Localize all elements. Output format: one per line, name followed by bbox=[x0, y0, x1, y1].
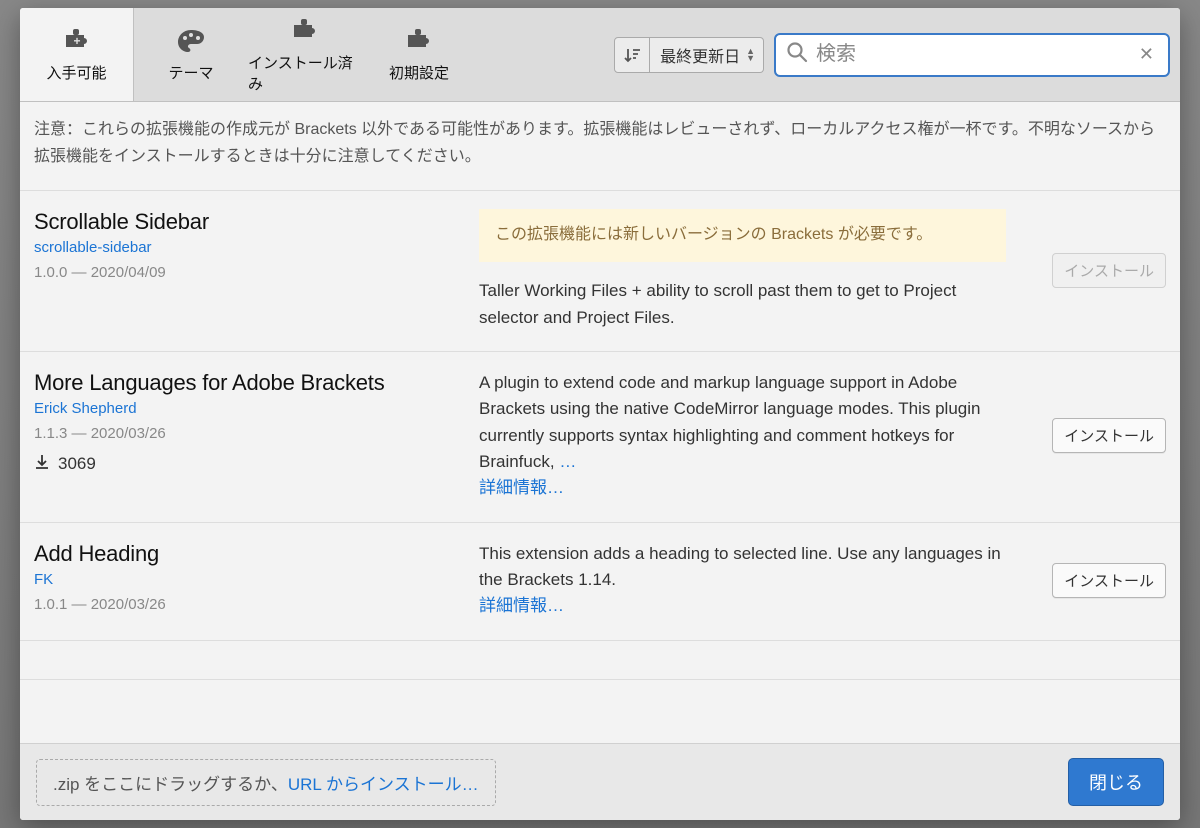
description-ellipsis[interactable]: … bbox=[559, 452, 576, 471]
puzzle-dark-icon bbox=[403, 26, 435, 56]
topbar: + 入手可能 テーマ インストール済み 初期設定 bbox=[20, 8, 1180, 102]
install-button[interactable]: インストール bbox=[1052, 418, 1166, 453]
tab-themes[interactable]: テーマ bbox=[134, 8, 248, 101]
search-input[interactable] bbox=[816, 43, 1127, 66]
tabs: + 入手可能 テーマ インストール済み 初期設定 bbox=[20, 8, 476, 101]
sort-select[interactable]: 最終更新日 ▲▼ bbox=[650, 37, 764, 73]
version-required-notice: この拡張機能には新しいバージョンの Brackets が必要です。 bbox=[479, 209, 1006, 262]
tab-defaults-label: 初期設定 bbox=[389, 62, 449, 83]
extension-title: Scrollable Sidebar bbox=[34, 209, 469, 235]
extension-version-date: 1.0.0 — 2020/04/09 bbox=[34, 264, 469, 281]
sort-group: 最終更新日 ▲▼ bbox=[614, 37, 764, 73]
warning-notice: 注意：これらの拡張機能の作成元が Brackets 以外である可能性があります。… bbox=[20, 102, 1180, 191]
tab-defaults[interactable]: 初期設定 bbox=[362, 8, 476, 101]
sort-selected-label: 最終更新日 bbox=[660, 43, 740, 67]
tab-installed[interactable]: インストール済み bbox=[248, 8, 362, 101]
extension-version-date: 1.1.3 — 2020/03/26 bbox=[34, 425, 469, 442]
extension-description: This extension adds a heading to selecte… bbox=[479, 541, 1006, 594]
puzzle-plus-icon: + bbox=[61, 26, 93, 56]
extension-author-link[interactable]: scrollable-sidebar bbox=[34, 239, 469, 256]
extension-author-link[interactable]: FK bbox=[34, 571, 469, 588]
palette-icon bbox=[175, 26, 207, 56]
dropzone[interactable]: .zip をここにドラッグするか、 URL からインストール… bbox=[36, 759, 496, 806]
sort-arrows-icon: ▲▼ bbox=[746, 48, 755, 62]
tab-available[interactable]: + 入手可能 bbox=[20, 8, 134, 101]
extension-author-link[interactable]: Erick Shepherd bbox=[34, 400, 469, 417]
svg-text:+: + bbox=[73, 34, 80, 48]
more-info-link[interactable]: 詳細情報… bbox=[479, 478, 564, 497]
extension-item: Scrollable Sidebar scrollable-sidebar 1.… bbox=[20, 191, 1180, 351]
extension-item-partial bbox=[20, 641, 1180, 680]
extension-version-date: 1.0.1 — 2020/03/26 bbox=[34, 596, 469, 613]
clear-search-icon[interactable]: ✕ bbox=[1135, 44, 1158, 65]
tab-available-label: 入手可能 bbox=[46, 62, 106, 83]
extension-description: Taller Working Files + ability to scroll… bbox=[479, 278, 1006, 331]
search-box: ✕ bbox=[774, 33, 1170, 77]
tab-installed-label: インストール済み bbox=[248, 52, 362, 94]
install-button: インストール bbox=[1052, 253, 1166, 288]
install-from-url-link[interactable]: URL からインストール… bbox=[288, 770, 479, 795]
extension-item: More Languages for Adobe Brackets Erick … bbox=[20, 352, 1180, 523]
download-count: 3069 bbox=[34, 454, 469, 475]
extension-list: Scrollable Sidebar scrollable-sidebar 1.… bbox=[20, 191, 1180, 743]
extension-item: Add Heading FK 1.0.1 — 2020/03/26 This e… bbox=[20, 523, 1180, 641]
sort-order-button[interactable] bbox=[614, 37, 650, 73]
tab-themes-label: テーマ bbox=[168, 62, 213, 83]
download-icon bbox=[34, 454, 50, 475]
extension-title: Add Heading bbox=[34, 541, 469, 567]
dropzone-text: .zip をここにドラッグするか、 bbox=[53, 770, 288, 795]
more-info-link[interactable]: 詳細情報… bbox=[479, 596, 564, 615]
extension-description: A plugin to extend code and markup langu… bbox=[479, 373, 980, 471]
extension-title: More Languages for Adobe Brackets bbox=[34, 370, 469, 396]
download-count-value: 3069 bbox=[58, 454, 96, 474]
puzzle-icon bbox=[289, 16, 321, 46]
footer: .zip をここにドラッグするか、 URL からインストール… 閉じる bbox=[20, 743, 1180, 820]
install-button[interactable]: インストール bbox=[1052, 563, 1166, 598]
extension-manager-modal: + 入手可能 テーマ インストール済み 初期設定 bbox=[20, 8, 1180, 820]
search-icon bbox=[786, 41, 808, 68]
close-button[interactable]: 閉じる bbox=[1068, 758, 1164, 806]
